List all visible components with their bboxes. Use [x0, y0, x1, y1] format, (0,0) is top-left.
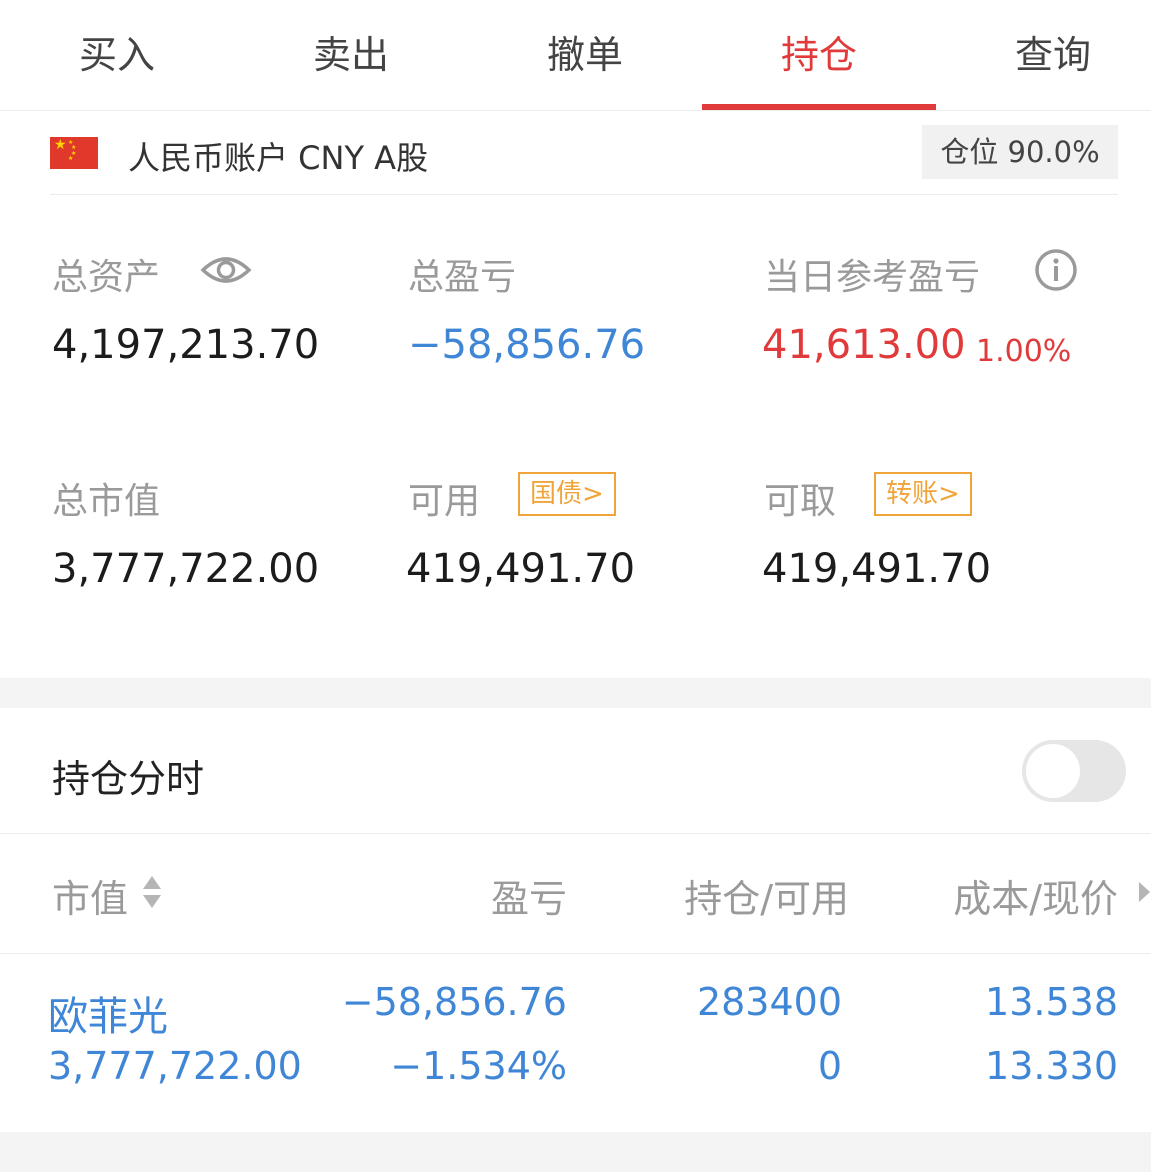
- header-pl: 盈亏: [490, 877, 567, 921]
- stock-pl-percent: −1.534%: [390, 1044, 567, 1088]
- stock-name: 欧菲光: [48, 994, 168, 1040]
- available-label: 可用: [408, 481, 481, 522]
- market-value-label: 总市值: [52, 481, 161, 522]
- total-pl-label: 总盈亏: [408, 257, 517, 298]
- toggle-knob: [1026, 744, 1080, 798]
- tab-query[interactable]: 查询: [936, 24, 1151, 79]
- transfer-link[interactable]: 转账>: [874, 472, 972, 516]
- sort-icon[interactable]: [141, 874, 163, 910]
- info-icon[interactable]: [1034, 248, 1078, 292]
- daily-pl-label: 当日参考盈亏: [764, 257, 981, 298]
- withdrawable-label: 可取: [764, 481, 837, 522]
- tab-buy[interactable]: 买入: [0, 24, 234, 79]
- header-holding-available: 持仓/可用: [684, 877, 849, 921]
- stock-available: 0: [817, 1044, 842, 1088]
- market-value-value: 3,777,722.00: [52, 546, 320, 592]
- stock-holding: 283400: [696, 980, 842, 1024]
- available-value: 419,491.70: [406, 546, 636, 592]
- active-tab-indicator: [702, 104, 936, 110]
- withdrawable-value: 419,491.70: [762, 546, 992, 592]
- tab-cancel[interactable]: 撤单: [468, 24, 702, 79]
- account-label: 人民币账户 CNY A股: [128, 139, 429, 177]
- holdings-timeline-toggle[interactable]: [1022, 740, 1126, 802]
- bottom-band: [0, 1132, 1151, 1172]
- stock-cost: 13.538: [985, 980, 1118, 1024]
- header-cost-price: 成本/现价: [953, 877, 1118, 921]
- divider: [0, 833, 1151, 834]
- china-flag-icon: ★ ★ ★ ★ ★: [50, 137, 98, 169]
- daily-pl-value: 41,613.00: [762, 322, 966, 368]
- total-assets-value: 4,197,213.70: [52, 322, 320, 368]
- account-row: ★ ★ ★ ★ ★ 人民币账户 CNY A股 仓位 90.0%: [0, 111, 1151, 195]
- daily-pl-percent: 1.00%: [976, 334, 1072, 369]
- section-gap: [0, 678, 1151, 708]
- tab-bar: 买入 卖出 撤单 持仓 查询: [0, 0, 1151, 111]
- stock-price: 13.330: [985, 1044, 1118, 1088]
- header-market-value[interactable]: 市值: [52, 868, 128, 923]
- tab-holdings[interactable]: 持仓: [702, 24, 936, 79]
- treasury-bond-link[interactable]: 国债>: [518, 472, 616, 516]
- tab-sell[interactable]: 卖出: [234, 24, 468, 79]
- total-assets-label: 总资产: [52, 257, 161, 298]
- chevron-right-icon[interactable]: [1138, 880, 1151, 904]
- total-pl-value: −58,856.76: [408, 322, 646, 368]
- stock-market-value: 3,777,722.00: [48, 1044, 302, 1088]
- stock-pl: −58,856.76: [341, 980, 567, 1024]
- eye-icon[interactable]: [200, 250, 252, 290]
- holdings-timeline-label: 持仓分时: [52, 757, 205, 801]
- position-badge: 仓位 90.0%: [922, 125, 1118, 179]
- divider: [0, 953, 1151, 954]
- divider: [50, 194, 1118, 195]
